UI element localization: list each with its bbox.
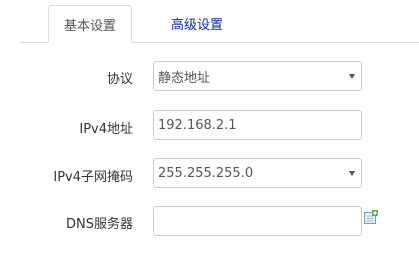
protocol-select[interactable]: 静态地址 — [153, 61, 362, 91]
protocol-selected-value: 静态地址 — [158, 70, 211, 86]
add-entry-icon[interactable] — [364, 210, 378, 224]
ipv4-address-value: 192.168.2.1 — [158, 117, 237, 133]
dns-servers-input[interactable] — [153, 206, 362, 236]
tab-advanced-settings-label: 高级设置 — [170, 18, 223, 33]
ipv4-netmask-select[interactable]: 255.255.255.0 — [153, 158, 362, 188]
tab-advanced-settings[interactable]: 高级设置 — [152, 5, 242, 42]
ipv4-address-label: IPv4地址 — [79, 122, 133, 137]
dns-servers-label: DNS服务器 — [66, 217, 133, 232]
ipv4-netmask-label: IPv4子网掩码 — [53, 170, 133, 185]
ipv4-netmask-selected-value: 255.255.255.0 — [158, 165, 254, 181]
chevron-down-icon — [349, 73, 355, 79]
tab-basic-settings-label: 基本设置 — [63, 18, 116, 34]
chevron-down-icon — [349, 170, 355, 176]
ipv4-address-input[interactable]: 192.168.2.1 — [153, 110, 362, 140]
tab-basic-settings[interactable]: 基本设置 — [48, 5, 132, 43]
protocol-label: 协议 — [106, 72, 133, 87]
